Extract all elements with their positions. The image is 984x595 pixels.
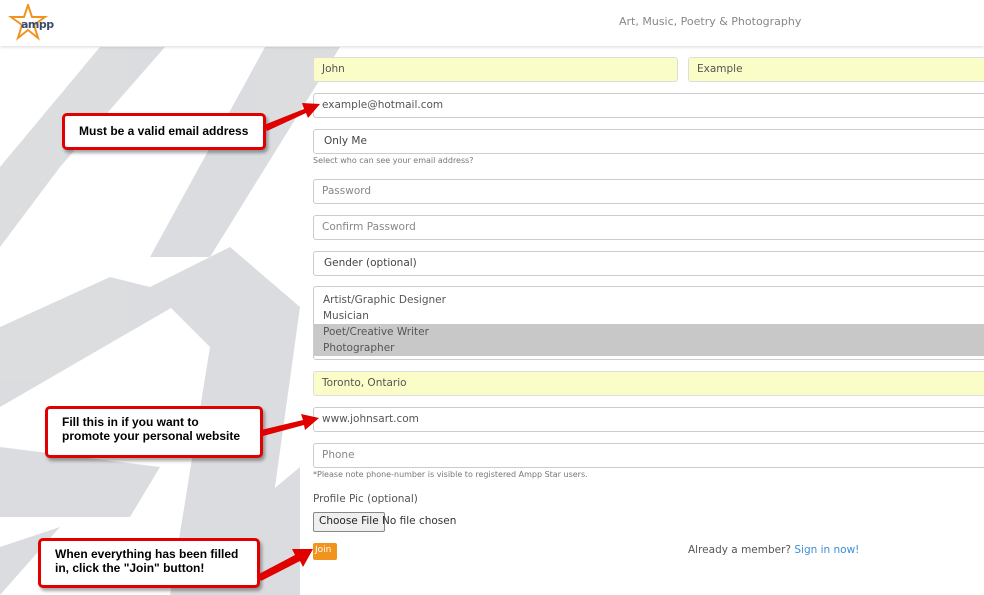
email-annotation-callout: Must be a valid email address xyxy=(62,113,266,150)
category-option-musician[interactable]: Musician xyxy=(314,308,984,324)
category-option-poet[interactable]: Poet/Creative Writer xyxy=(314,324,984,340)
email-input[interactable]: example@hotmail.com xyxy=(313,93,984,118)
phone-hint: *Please note phone-number is visible to … xyxy=(313,470,588,479)
gender-select[interactable]: Gender (optional) xyxy=(313,251,984,276)
confirm-password-input[interactable]: Confirm Password xyxy=(313,215,984,240)
top-header: ampp Art, Music, Poetry & Photography xyxy=(0,0,984,46)
sign-in-link[interactable]: Sign in now! xyxy=(794,544,859,556)
already-member-text: Already a member? Sign in now! xyxy=(688,544,859,556)
choose-file-button[interactable]: Choose File xyxy=(313,512,385,532)
website-annotation-line1: Fill this in if you want to xyxy=(62,415,199,429)
join-annotation-line1: When everything has been filled xyxy=(55,547,239,561)
join-annotation-callout: When everything has been filled in, clic… xyxy=(38,538,260,588)
signup-form: John Example example@hotmail.com Only Me… xyxy=(0,0,984,595)
password-input[interactable]: Password xyxy=(313,179,984,204)
phone-input[interactable]: Phone xyxy=(313,443,984,468)
category-listbox[interactable]: Artist/Graphic Designer Musician Poet/Cr… xyxy=(313,286,984,360)
join-annotation-line2: in, click the "Join" button! xyxy=(55,561,205,575)
email-visibility-hint: Select who can see your email address? xyxy=(313,156,474,165)
already-member-label: Already a member? xyxy=(688,544,792,556)
email-annotation-arrow xyxy=(264,103,320,131)
profile-pic-label: Profile Pic (optional) xyxy=(313,493,418,505)
email-annotation-text: Must be a valid email address xyxy=(79,124,249,138)
logo-text: ampp xyxy=(21,18,54,31)
no-file-text: No file chosen xyxy=(382,515,457,527)
join-annotation-arrow xyxy=(257,549,313,581)
category-option-artist[interactable]: Artist/Graphic Designer xyxy=(314,292,984,308)
location-input[interactable]: Toronto, Ontario xyxy=(313,371,984,396)
site-tagline: Art, Music, Poetry & Photography xyxy=(619,15,802,28)
category-option-photographer[interactable]: Photographer xyxy=(314,340,984,356)
last-name-input[interactable]: Example xyxy=(688,57,984,82)
website-input[interactable]: www.johnsart.com xyxy=(313,407,984,432)
email-visibility-select[interactable]: Only Me xyxy=(313,129,984,154)
website-annotation-line2: promote your personal website xyxy=(62,429,241,443)
ampp-logo[interactable]: ampp xyxy=(7,1,54,42)
website-annotation-callout: Fill this in if you want to promote your… xyxy=(45,406,263,458)
website-annotation-arrow xyxy=(261,414,319,436)
first-name-input[interactable]: John xyxy=(313,57,678,82)
